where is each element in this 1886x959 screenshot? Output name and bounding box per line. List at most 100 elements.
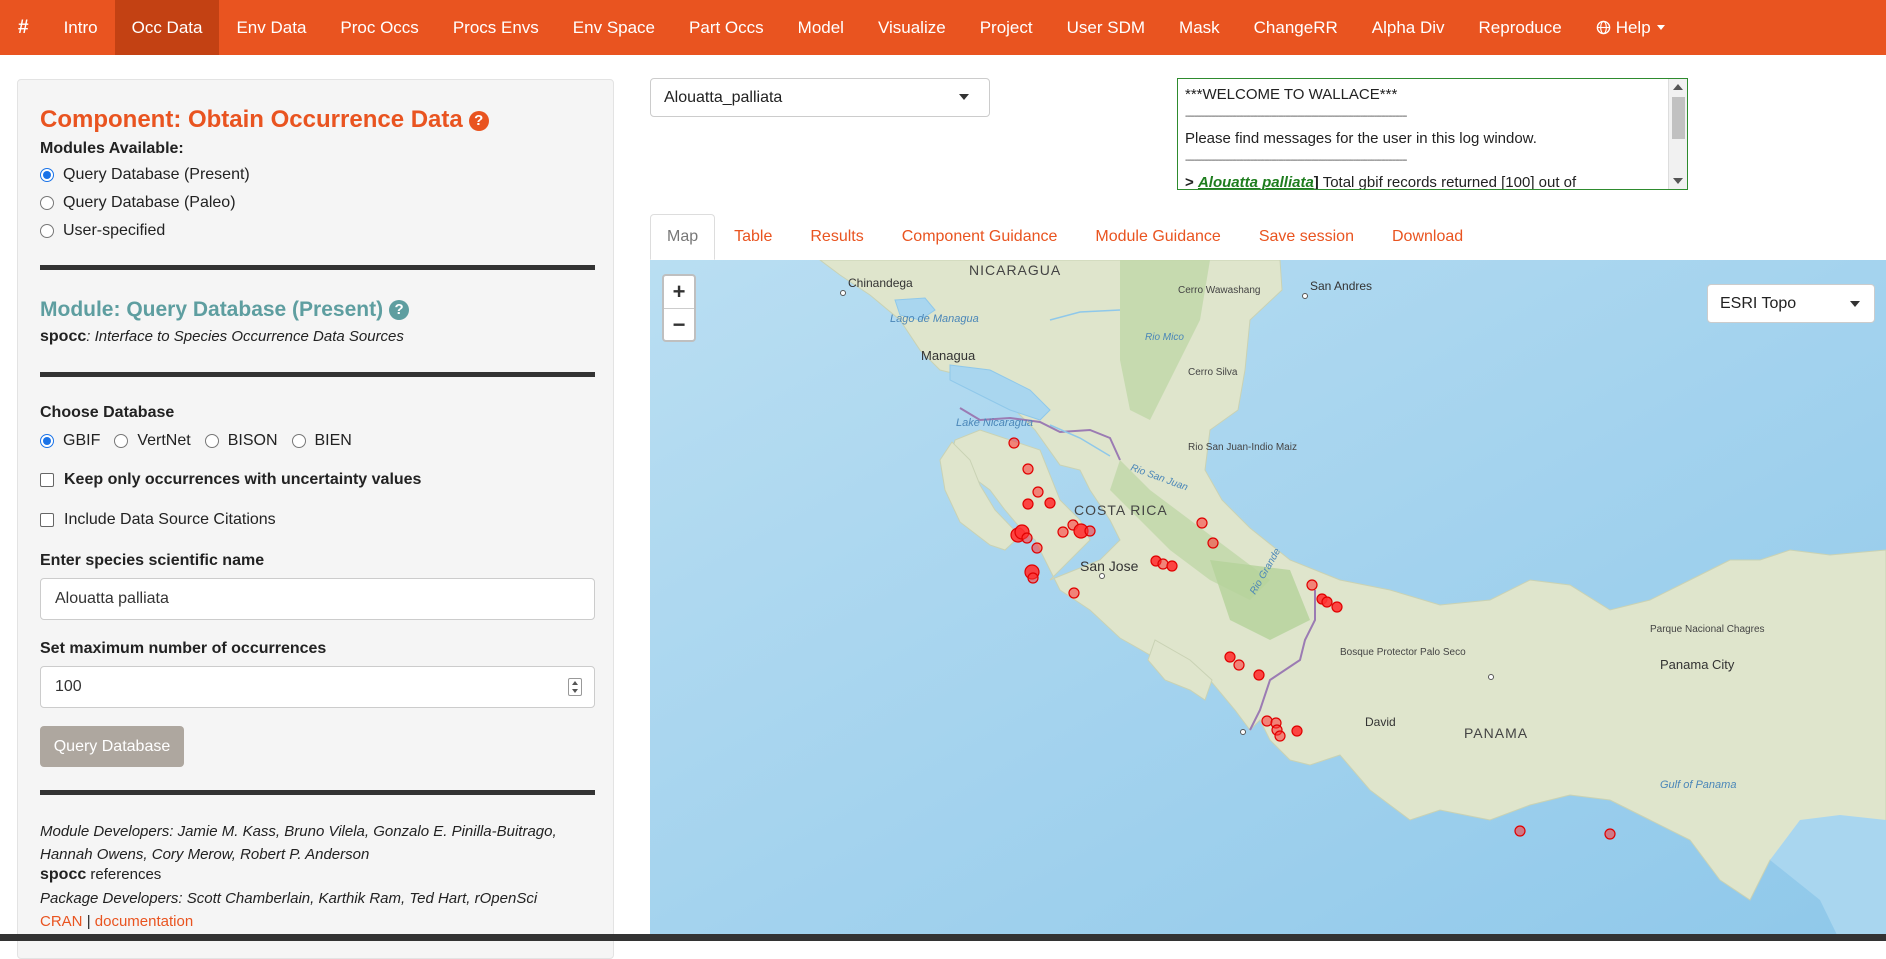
nav-mask[interactable]: Mask — [1162, 0, 1237, 55]
max-occ-input[interactable]: 100 — [40, 666, 595, 708]
query-database-button[interactable]: Query Database — [40, 726, 184, 767]
checkbox-label: Include Data Source Citations — [64, 511, 276, 528]
nav-alpha-div[interactable]: Alpha Div — [1355, 0, 1462, 55]
nav-intro[interactable]: Intro — [47, 0, 115, 55]
basemap-select[interactable]: ESRI Topo — [1707, 284, 1875, 323]
include-citations-checkbox[interactable]: Include Data Source Citations — [40, 511, 276, 529]
brand-link[interactable]: # — [0, 0, 47, 55]
occurrence-point[interactable] — [1068, 587, 1080, 599]
cran-link[interactable]: CRAN — [40, 913, 83, 930]
radio-icon[interactable] — [291, 434, 306, 448]
nav-part-occs[interactable]: Part Occs — [672, 0, 781, 55]
bottom-edge — [0, 934, 1886, 941]
occurrence-point[interactable] — [1261, 715, 1273, 727]
occurrence-point[interactable] — [1321, 596, 1333, 608]
scroll-thumb[interactable] — [1672, 97, 1685, 139]
radio-icon[interactable] — [114, 434, 129, 448]
nav-model[interactable]: Model — [781, 0, 861, 55]
log-window[interactable]: ***WELCOME TO WALLACE*** ---------------… — [1177, 78, 1688, 190]
tab-save-session[interactable]: Save session — [1240, 214, 1373, 260]
nav-help-dropdown[interactable]: Help — [1579, 0, 1682, 55]
database-radio-group: GBIF VertNet BISON BIEN — [40, 432, 352, 450]
country-label: NICARAGUA — [969, 262, 1061, 278]
city-marker — [1488, 674, 1494, 680]
db-radio-gbif[interactable]: GBIF — [40, 432, 100, 450]
radio-checked-icon[interactable] — [40, 168, 54, 182]
occurrence-point[interactable] — [1031, 542, 1043, 554]
occurrence-point[interactable] — [1044, 497, 1056, 509]
occurrence-point[interactable] — [1514, 825, 1526, 837]
place-label: Cerro Silva — [1188, 367, 1238, 378]
occurrence-point[interactable] — [1022, 498, 1034, 510]
occurrence-point[interactable] — [1057, 526, 1069, 538]
occurrence-point[interactable] — [1306, 579, 1318, 591]
db-label: BISON — [227, 432, 278, 449]
log-scrollbar[interactable] — [1668, 79, 1687, 189]
zoom-out-button[interactable]: − — [664, 309, 694, 341]
scroll-down-icon[interactable] — [1673, 178, 1683, 184]
documentation-link[interactable]: documentation — [95, 913, 193, 930]
tab-module-guidance[interactable]: Module Guidance — [1076, 214, 1239, 260]
nav-visualize[interactable]: Visualize — [861, 0, 963, 55]
occurrence-point[interactable] — [1157, 558, 1169, 570]
occurrence-point[interactable] — [1027, 572, 1039, 584]
db-radio-bien[interactable]: BIEN — [291, 432, 352, 450]
module-radio-paleo[interactable]: Query Database (Paleo) — [40, 194, 236, 212]
radio-icon[interactable] — [40, 196, 54, 210]
nav-env-space[interactable]: Env Space — [556, 0, 672, 55]
occurrence-point[interactable] — [1021, 532, 1033, 544]
modules-label: Modules Available: — [40, 140, 184, 157]
nav-procs-envs[interactable]: Procs Envs — [436, 0, 556, 55]
occurrence-point[interactable] — [1604, 828, 1616, 840]
place-label: Parque Nacional Chagres — [1650, 624, 1765, 635]
zoom-in-button[interactable]: + — [664, 276, 694, 309]
keep-uncertainty-checkbox[interactable]: Keep only occurrences with uncertainty v… — [40, 471, 421, 489]
help-icon[interactable]: ? — [468, 111, 489, 131]
occurrence-point[interactable] — [1207, 537, 1219, 549]
occurrence-point[interactable] — [1032, 486, 1044, 498]
checkbox-icon[interactable] — [40, 513, 54, 527]
nav-reproduce[interactable]: Reproduce — [1462, 0, 1579, 55]
checkbox-icon[interactable] — [40, 473, 54, 487]
radio-icon[interactable] — [204, 434, 219, 448]
nav-user-sdm[interactable]: User SDM — [1050, 0, 1162, 55]
occurrence-point[interactable] — [1274, 730, 1286, 742]
tab-component-guidance[interactable]: Component Guidance — [883, 214, 1077, 260]
radio-icon[interactable] — [40, 224, 54, 238]
zoom-control: + − — [662, 274, 696, 342]
tab-results[interactable]: Results — [791, 214, 882, 260]
tab-download[interactable]: Download — [1373, 214, 1482, 260]
occurrence-point[interactable] — [1224, 651, 1236, 663]
species-select[interactable]: Alouatta_palliata — [650, 78, 990, 117]
occurrence-point[interactable] — [1291, 725, 1303, 737]
occurrence-point[interactable] — [1233, 659, 1245, 671]
spinner-icon[interactable] — [568, 678, 582, 696]
module-radio-user[interactable]: User-specified — [40, 222, 165, 240]
occurrence-point[interactable] — [1166, 560, 1178, 572]
occurrence-point[interactable] — [1196, 517, 1208, 529]
help-icon[interactable]: ? — [389, 300, 410, 320]
db-label: VertNet — [137, 432, 191, 449]
radio-checked-icon[interactable] — [40, 434, 54, 448]
nav-project[interactable]: Project — [963, 0, 1050, 55]
occurrence-point[interactable] — [1084, 525, 1096, 537]
db-radio-vertnet[interactable]: VertNet — [114, 432, 191, 450]
species-input[interactable]: Alouatta palliata — [40, 578, 595, 620]
map-canvas[interactable]: NICARAGUA COSTA RICA PANAMA Chinandega M… — [650, 260, 1886, 941]
place-label: Chinandega — [848, 276, 913, 290]
nav-occ-data[interactable]: Occ Data — [114, 0, 220, 55]
nav-changerr[interactable]: ChangeRR — [1237, 0, 1355, 55]
db-radio-bison[interactable]: BISON — [204, 432, 278, 450]
module-radio-present[interactable]: Query Database (Present) — [40, 166, 250, 184]
module-title: Module: Query Database (Present)? — [40, 298, 410, 322]
occurrence-point[interactable] — [1008, 437, 1020, 449]
tab-table[interactable]: Table — [715, 214, 791, 260]
scroll-up-icon[interactable] — [1673, 84, 1683, 90]
nav-env-data[interactable]: Env Data — [219, 0, 323, 55]
occurrence-point[interactable] — [1331, 601, 1343, 613]
occurrence-map[interactable]: NICARAGUA COSTA RICA PANAMA Chinandega M… — [650, 260, 1886, 941]
occurrence-point[interactable] — [1253, 669, 1265, 681]
tab-map[interactable]: Map — [650, 214, 716, 260]
nav-proc-occs[interactable]: Proc Occs — [323, 0, 435, 55]
occurrence-point[interactable] — [1022, 463, 1034, 475]
